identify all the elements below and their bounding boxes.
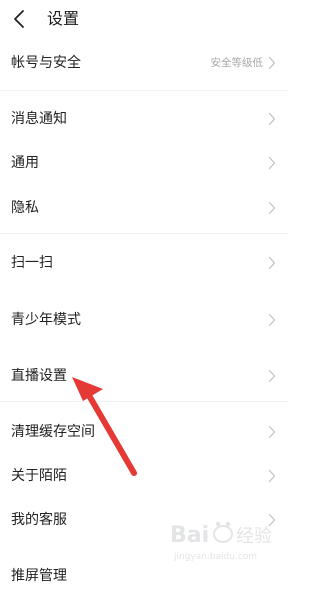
chevron-right-icon (268, 112, 276, 126)
settings-item-general[interactable]: 通用 (0, 145, 288, 181)
settings-item-label: 帐号与安全 (11, 55, 81, 71)
chevron-right-icon (268, 156, 276, 170)
section-divider (0, 90, 288, 91)
settings-item-label: 清理缓存空间 (11, 424, 95, 440)
settings-item-label: 我的客服 (11, 512, 67, 528)
chevron-right-icon (268, 469, 276, 483)
settings-item-customer-service[interactable]: 我的客服 (0, 502, 288, 538)
security-level-text: 安全等级低 (210, 57, 264, 69)
settings-item-privacy[interactable]: 隐私 (0, 190, 288, 226)
top-bar: 设置 (0, 0, 288, 38)
settings-item-label: 消息通知 (11, 111, 67, 127)
settings-item-about[interactable]: 关于陌陌 (0, 458, 288, 494)
settings-item-label: 通用 (11, 155, 39, 171)
settings-item-teen-mode[interactable]: 青少年模式 (0, 302, 288, 338)
settings-item-notifications[interactable]: 消息通知 (0, 101, 288, 137)
chevron-right-icon (268, 425, 276, 439)
page-title: 设置 (47, 9, 80, 28)
chevron-right-icon (268, 56, 276, 70)
section-divider (0, 233, 288, 234)
chevron-right-icon (268, 256, 276, 270)
chevron-left-icon[interactable] (10, 8, 30, 30)
chevron-right-icon (268, 513, 276, 527)
settings-item-label: 关于陌陌 (11, 468, 67, 484)
chevron-right-icon (268, 201, 276, 215)
chevron-right-icon (268, 369, 276, 383)
chevron-right-icon (268, 313, 276, 327)
settings-item-clear-cache[interactable]: 清理缓存空间 (0, 414, 288, 450)
settings-item-label: 推屏管理 (11, 568, 67, 584)
settings-item-label: 隐私 (11, 200, 39, 216)
settings-item-account-security[interactable]: 帐号与安全 安全等级低 (0, 45, 288, 81)
settings-item-screen-management[interactable]: 推屏管理 (0, 558, 288, 594)
settings-item-label: 直播设置 (11, 368, 67, 384)
section-divider (0, 401, 288, 402)
settings-item-live-settings[interactable]: 直播设置 (0, 358, 288, 394)
settings-item-label: 青少年模式 (11, 312, 81, 328)
settings-item-scan[interactable]: 扫一扫 (0, 245, 288, 281)
settings-item-label: 扫一扫 (11, 255, 53, 271)
